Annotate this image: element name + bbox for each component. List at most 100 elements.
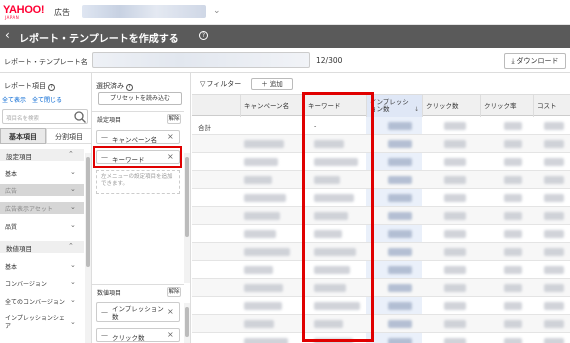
impressions-cell [388,140,412,148]
impressions-cell [388,158,412,166]
title-bar: ‹ レポート・テンプレートを作成する ? [0,25,570,48]
close-icon[interactable]: × [167,307,174,316]
scrollbar-thumb[interactable] [185,307,189,337]
drag-handle-icon[interactable]: — [101,331,108,339]
selected-chip-impressions[interactable]: — インプレッション数 × [96,302,180,322]
column-header-cost[interactable]: コスト [533,95,570,117]
settings-section-header: 設定項目 解除 [92,111,184,124]
list-item-label: コンバージョン [5,281,47,288]
campaign-cell [244,140,284,148]
column-header-impressions[interactable]: インプレッション数 ↓ [366,95,422,117]
impressions-cell [388,248,412,256]
drag-handle-icon[interactable]: — [101,308,108,316]
account-selector[interactable] [82,5,206,18]
selected-chip-campaign[interactable]: — キャンペーン名 × [96,130,180,144]
chip-label: インプレッション数 [112,305,164,321]
filter-button[interactable]: ▽フィルター [200,79,241,89]
column-header-ctr[interactable]: クリック率 [480,95,532,117]
ctr-cell [504,302,522,310]
column-header-campaign[interactable]: キャンペーン名 [240,95,302,117]
list-item[interactable]: 広告 ⌄ [0,184,84,196]
scrollbar-thumb[interactable] [86,157,90,267]
list-item-label: 広告 [5,188,18,195]
list-item[interactable]: 基本 ⌄ [0,260,84,272]
campaign-cell [244,320,274,328]
preview-table-area: ▽フィルター ＋ 追加 キャンペーン名 キーワード インプレッション数 ↓ クリッ… [192,73,570,343]
yahoo-logo[interactable]: YAHOO! [3,5,45,16]
ctr-cell [504,176,522,184]
campaign-cell [244,338,288,343]
impressions-cell [388,176,412,184]
campaign-cell [244,248,290,256]
category-settings[interactable]: 設定項目 ⌃ [0,149,84,161]
left-scrollbar[interactable] [85,153,91,343]
list-item-label: 品質 [5,224,18,231]
table-row [192,297,570,315]
drop-area[interactable]: 左メニューの設定項目を追加できます。 [96,170,180,194]
download-button[interactable]: ⤓ ダウンロード [504,53,566,69]
load-preset-button[interactable]: プリセットを読み込む [98,92,182,105]
numeric-scrollbar[interactable] [184,303,190,343]
clicks-cell [444,122,466,130]
close-icon[interactable]: × [167,330,174,339]
table-header: キャンペーン名 キーワード インプレッション数 ↓ クリック数 クリック率 コスト [192,94,570,117]
column-header-clicks[interactable]: クリック数 [422,95,474,117]
chip-label: キャンペーン名 [112,136,158,144]
selected-scrollbar[interactable] [184,153,190,283]
scrollbar-thumb[interactable] [185,157,189,237]
clear-button[interactable]: 解除 [167,114,181,124]
logo-ad-label: 広告 [54,8,70,17]
list-item[interactable]: 品質 ⌄ [0,220,84,232]
tab-basic-items[interactable]: 基本項目 [0,128,46,144]
clicks-cell [444,212,466,220]
tab-split-items[interactable]: 分割項目 [46,128,92,144]
category-numeric[interactable]: 数値項目 ⌃ [0,241,84,253]
help-icon[interactable]: ? [126,84,133,91]
add-filter-button[interactable]: ＋ 追加 [251,78,293,90]
clicks-cell [444,248,466,256]
page-title: レポート・テンプレートを作成する [19,34,179,45]
search-icon[interactable] [73,110,87,124]
chevron-down-icon[interactable]: ⌄ [213,6,221,16]
section-label: 設定項目 [97,117,122,124]
help-icon[interactable]: ? [199,31,208,40]
list-item[interactable]: コンバージョン ⌄ [0,277,84,289]
drop-hint: 左メニューの設定項目を追加できます。 [101,174,173,187]
impressions-cell [388,302,412,310]
highlight-box-keyword-column [302,92,374,342]
clear-button[interactable]: 解除 [167,287,181,297]
table-row [192,135,570,153]
list-item-label: インプレッションシェア [5,315,65,330]
list-item[interactable]: 基本 ⌄ [0,167,84,179]
list-item[interactable]: 全てのコンバージョン ⌄ [0,295,84,307]
item-search-input[interactable]: 項目名を検索 [2,109,88,124]
sort-down-icon[interactable]: ↓ [414,106,419,113]
chevron-up-icon: ⌃ [68,150,74,158]
download-label: ダウンロード [516,57,559,65]
drag-handle-icon[interactable]: — [101,133,108,141]
selected-chip-clicks[interactable]: — クリック数 × [96,328,180,342]
report-items-title: レポート項目 [4,82,46,90]
cost-cell [544,158,564,166]
close-icon[interactable]: × [167,132,174,141]
selected-heading: 選択済み? [96,81,133,91]
clicks-cell [444,320,466,328]
clicks-cell [444,284,466,292]
list-item-label: 基本 [5,171,18,178]
impressions-cell [388,338,412,343]
help-icon[interactable]: ? [48,84,55,91]
table-row [192,171,570,189]
category-label: 数値項目 [6,245,32,253]
cost-cell [544,212,564,220]
list-item-label: 全てのコンバージョン [5,299,65,306]
open-all-link[interactable]: 全て表示 [2,95,26,104]
list-item[interactable]: インプレッションシェア ⌄ [0,313,84,335]
selected-items-panel: 選択済み? プリセットを読み込む 設定項目 解除 — キャンペーン名 × — キ… [92,73,191,343]
list-item[interactable]: 広告表示アセット ⌄ [0,202,84,214]
chevron-down-icon: ⌄ [70,221,76,229]
close-all-link[interactable]: 全て閉じる [32,95,62,104]
template-name-input[interactable] [92,52,310,68]
back-arrow-icon[interactable]: ‹ [5,28,10,42]
table-row [192,315,570,333]
report-items-panel: レポート項目? 全て表示 全て閉じる 項目名を検索 基本項目 分割項目 設定項目… [0,73,92,343]
